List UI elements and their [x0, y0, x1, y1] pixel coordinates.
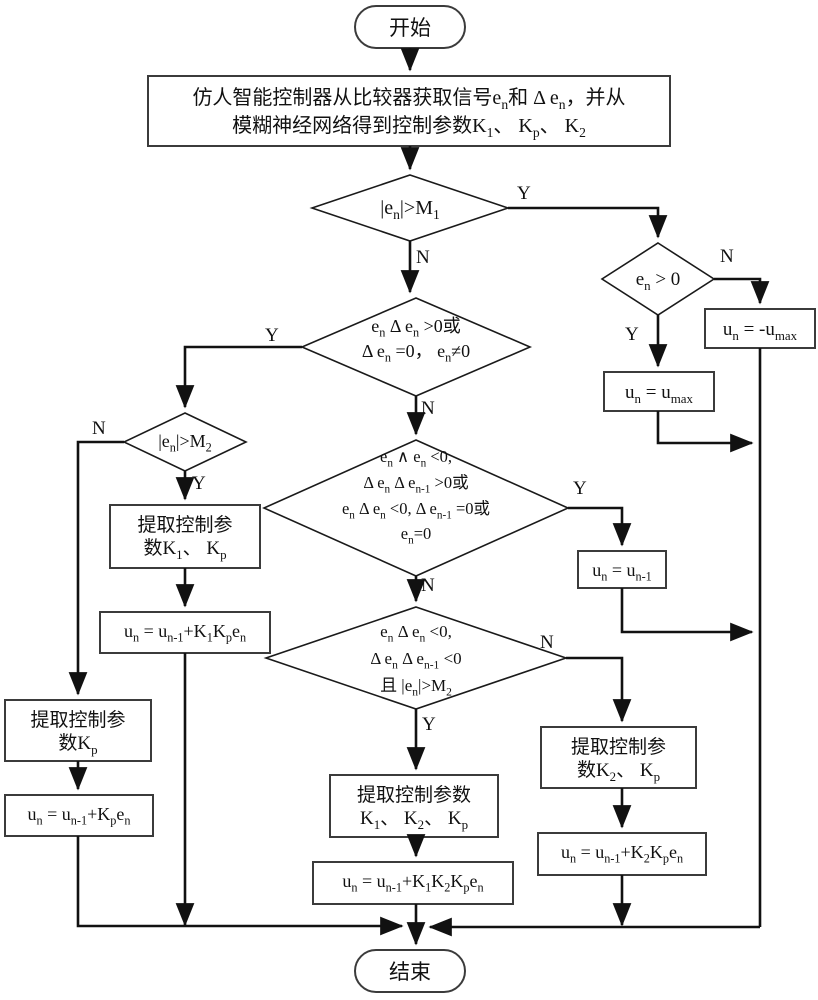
edge-label-cond3-no: N: [540, 632, 554, 653]
node-d-cond2-label: en ∧ en <0, Δ en Δ en-1 >0或 en Δ en <0, Δ …: [341, 447, 491, 547]
edge-label-m1-no: N: [416, 247, 430, 268]
node-u-prev-label: un = un-1: [592, 560, 652, 584]
node-u-k1k2kp-label: un = un-1+K1K2Kpen: [342, 871, 484, 895]
node-u-k2kp-label: un = un-1+K2Kpen: [560, 842, 684, 866]
edge-engt0-no-to-negmax: [714, 277, 770, 305]
flowchart-canvas: 开始 仿人智能控制器从比较器获取信号en和 Δ en，并从 模糊神经网络得到控制参…: [0, 0, 818, 1000]
edge-label-cond1-yes: Y: [265, 325, 279, 346]
edge-label-m2-yes: Y: [192, 473, 206, 494]
node-u-k1kp-label: un = un-1+K1Kpen: [123, 621, 247, 645]
edge-cond1-yes-to-m2: [175, 345, 302, 409]
edge-cond2-yes-to-uprev: [568, 506, 632, 547]
edge-label-engt0-yes: Y: [625, 324, 639, 345]
edge-label-cond1-no: N: [421, 398, 435, 419]
node-end-label: 结束: [389, 960, 431, 984]
edge-cond3-no-to-pk2kp: [566, 656, 632, 723]
node-d-m1-label: |en|>M1: [380, 197, 440, 222]
node-p-kp-label: 提取控制参 数Kp: [30, 710, 126, 757]
edge-label-cond3-yes: Y: [422, 714, 436, 735]
edge-label-m2-no: N: [92, 418, 106, 439]
node-d-cond3-label: en Δ en <0, Δ en Δ en-1 <0 且 |en|>M2: [370, 622, 462, 698]
edge-label-cond2-yes: Y: [573, 478, 587, 499]
edge-label-m1-yes: Y: [517, 183, 531, 204]
edge-uprev-to-rail: [620, 588, 754, 642]
node-p-k1k2kp-label: 提取控制参数 K1、 K2、 Kp: [356, 785, 471, 832]
edge-umax-to-rail: [656, 411, 754, 453]
node-p-k2kp-label: 提取控制参 数K2、 Kp: [570, 737, 666, 784]
node-d-engt0-label: en > 0: [635, 269, 681, 293]
edge-label-cond2-no: N: [421, 575, 435, 596]
node-d-cond1-label: en Δ en >0或 Δ en =0， en≠0: [361, 316, 471, 365]
node-u-negmax-label: un = -umax: [722, 319, 798, 343]
node-u-max-label: un = umax: [625, 382, 693, 406]
node-start-label: 开始: [389, 16, 431, 40]
node-acquire-label: 仿人智能控制器从比较器获取信号en和 Δ en，并从 模糊神经网络得到控制参数K1…: [192, 87, 626, 140]
node-p-k1kp-label: 提取控制参 数K1、 Kp: [137, 515, 233, 562]
node-u-kp-label: un = un-1+Kpen: [27, 804, 131, 828]
edge-label-engt0-no: N: [720, 246, 734, 267]
node-d-m2-label: |en|>M2: [158, 431, 212, 455]
edge-m1-yes-to-engt0: [508, 206, 668, 239]
